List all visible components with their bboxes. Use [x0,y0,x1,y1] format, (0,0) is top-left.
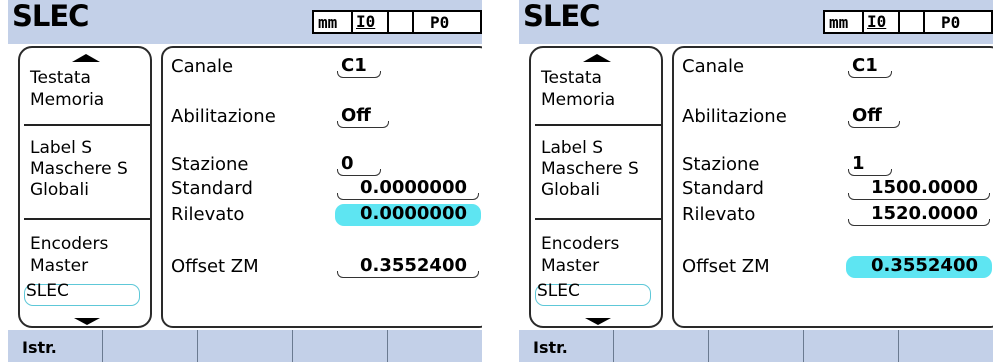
softkey-3[interactable] [198,330,293,362]
channel-settings-panel: Canale C1 Abilitazione Off Stazione 0 St… [161,46,482,328]
menu-item-globali[interactable]: Globali [541,180,600,200]
offset-field[interactable]: 0.3552400 [846,255,992,278]
scroll-up-icon[interactable] [72,54,100,62]
menu-item-memoria[interactable]: Memoria [541,90,615,110]
menu-item-testata[interactable]: Testata [541,68,602,88]
scroll-down-icon[interactable] [585,318,611,325]
softkey-3[interactable] [709,330,804,362]
menu-item-testata[interactable]: Testata [30,68,91,88]
menu-item-maschere-s[interactable]: Maschere S [30,159,128,179]
canale-label: Canale [171,56,234,77]
softkey-5[interactable] [899,330,993,362]
rilevato-label: Rilevato [171,204,245,225]
canale-field[interactable]: C1 [335,55,383,78]
stazione-label: Stazione [682,154,760,175]
menu-item-encoders[interactable]: Encoders [30,234,108,254]
io-indicator: I0 [867,12,887,31]
menu-item-encoders[interactable]: Encoders [541,234,619,254]
setup-menu: Testata Memoria Label S Maschere S Globa… [18,46,152,328]
screen-right: SLEC mm I0 P0 Testata Memoria Label S Ma… [519,0,993,362]
abilitazione-field[interactable]: Off [335,105,391,128]
stazione-field[interactable]: 1 [846,153,894,176]
offset-label: Offset ZM [682,256,770,277]
title-bar: SLEC mm I0 P0 [8,0,482,44]
menu-divider [24,218,150,220]
standard-label: Standard [171,178,253,199]
menu-divider [535,218,661,220]
screen-left: SLEC mm I0 P0 Testata Memoria Label S Ma… [8,0,482,362]
offset-label: Offset ZM [171,256,259,277]
menu-item-master[interactable]: Master [541,256,599,276]
softkey-2[interactable] [103,330,198,362]
menu-item-label-s[interactable]: Label S [541,138,603,158]
abilitazione-field[interactable]: Off [846,105,902,128]
menu-item-globali[interactable]: Globali [30,180,89,200]
softkey-1[interactable]: Istr. [519,330,614,362]
stazione-field[interactable]: 0 [335,153,383,176]
preset-label: P0 [941,13,961,32]
units-label: mm [829,13,849,32]
menu-item-slec[interactable]: SLEC [26,281,69,301]
channel-settings-panel: Canale C1 Abilitazione Off Stazione 1 St… [672,46,993,328]
rilevato-field[interactable]: 1520.0000 [846,203,992,226]
preset-status: P0 [414,10,482,34]
menu-item-slec[interactable]: SLEC [537,281,580,301]
preset-label: P0 [430,13,450,32]
standard-field[interactable]: 0.0000000 [335,177,481,200]
screen-title: SLEC [523,0,600,33]
menu-divider [535,124,661,126]
standard-field[interactable]: 1500.0000 [846,177,992,200]
softkey-bar: Istr. [8,330,482,362]
abilitazione-label: Abilitazione [171,106,276,127]
softkey-4[interactable] [293,330,388,362]
preset-status: P0 [925,10,993,34]
units-status: mm I0 [312,10,414,34]
units-status: mm I0 [823,10,925,34]
canale-label: Canale [682,56,745,77]
menu-item-memoria[interactable]: Memoria [30,90,104,110]
io-indicator: I0 [356,12,376,31]
menu-divider [24,124,150,126]
scroll-up-icon[interactable] [583,54,611,62]
softkey-2[interactable] [614,330,709,362]
standard-label: Standard [682,178,764,199]
menu-item-label-s[interactable]: Label S [30,138,92,158]
setup-menu: Testata Memoria Label S Maschere S Globa… [529,46,663,328]
abilitazione-label: Abilitazione [682,106,787,127]
offset-field[interactable]: 0.3552400 [335,255,481,278]
softkey-5[interactable] [388,330,482,362]
menu-item-master[interactable]: Master [30,256,88,276]
units-label: mm [318,13,338,32]
softkey-bar: Istr. [519,330,993,362]
rilevato-label: Rilevato [682,204,756,225]
canale-field[interactable]: C1 [846,55,894,78]
scroll-down-icon[interactable] [74,318,100,325]
softkey-4[interactable] [804,330,899,362]
title-bar: SLEC mm I0 P0 [519,0,993,44]
softkey-1[interactable]: Istr. [8,330,103,362]
rilevato-field[interactable]: 0.0000000 [335,203,481,226]
stazione-label: Stazione [171,154,249,175]
menu-item-maschere-s[interactable]: Maschere S [541,159,639,179]
screen-title: SLEC [12,0,89,33]
